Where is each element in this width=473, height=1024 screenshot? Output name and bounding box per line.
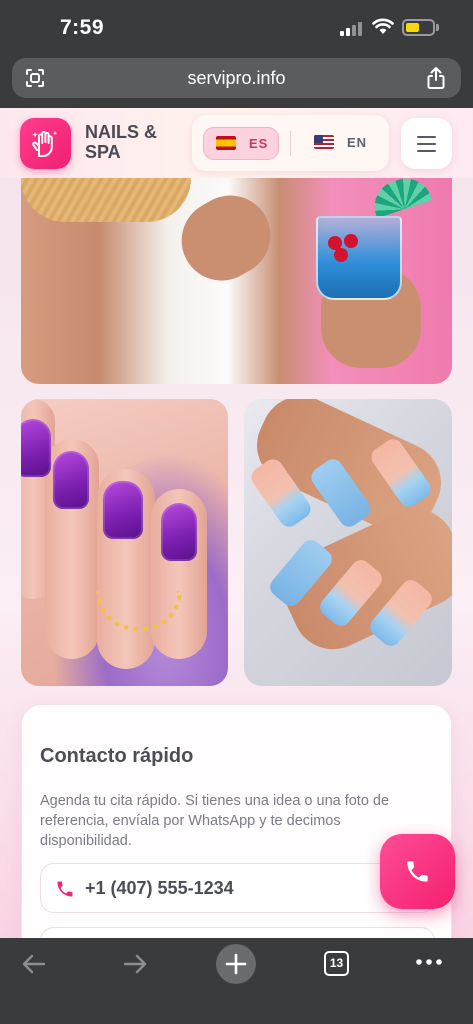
tabs-button[interactable]: 13 [324, 951, 349, 976]
battery-cap [436, 24, 439, 31]
url-text: servipro.info [187, 68, 286, 88]
browser-address-area: servipro.info [0, 56, 473, 108]
web-page: Contacto rápido Agenda tu cita rápido. S… [0, 108, 473, 938]
contact-title: Contacto rápido [40, 745, 194, 767]
browser-toolbar: 13 [0, 938, 473, 1024]
status-bar: 7:59 [0, 0, 473, 56]
contact-option-row[interactable] [40, 927, 435, 938]
cellular-signal-icon [340, 20, 364, 36]
lang-button-es[interactable]: ES [203, 127, 279, 160]
gallery-image-blue-nails [244, 399, 452, 686]
cocktail-umbrella [367, 178, 433, 219]
phone-icon [57, 881, 73, 897]
contact-description: Agenda tu cita rápido. Si tienes una ide… [40, 793, 390, 849]
lang-button-en[interactable]: EN [302, 127, 378, 160]
site-header: NAILS & SPA ES EN [0, 108, 473, 178]
address-bar[interactable]: servipro.info [12, 58, 461, 98]
battery-icon [402, 19, 435, 36]
gallery-image-purple-nails [21, 399, 228, 686]
lang-divider [290, 131, 291, 156]
site-logo[interactable] [20, 118, 71, 169]
hamburger-menu-icon [417, 136, 436, 138]
more-dots-icon[interactable] [415, 958, 443, 966]
us-flag-icon [314, 135, 334, 149]
floating-call-button[interactable] [380, 834, 455, 909]
sun-hat [21, 178, 191, 222]
phone-link[interactable]: +1 (407) 555-1234 [40, 863, 435, 913]
spain-flag-icon [216, 136, 236, 150]
hamburger-menu-button[interactable] [401, 118, 452, 169]
share-icon[interactable] [426, 66, 446, 90]
arrow-right-icon[interactable] [121, 950, 149, 978]
language-switcher: ES EN [192, 115, 389, 171]
status-time: 7:59 [60, 16, 105, 39]
plus-icon [225, 953, 247, 975]
cocktail-glass [316, 216, 402, 300]
arrow-left-icon[interactable] [20, 950, 48, 978]
hero-image-cocktail [21, 178, 452, 384]
brand-name: NAILS & SPA [85, 122, 157, 162]
phone-number: +1 (407) 555-1234 [85, 878, 234, 898]
new-tab-button[interactable] [216, 944, 256, 984]
wifi-icon [372, 18, 394, 34]
phone-icon [407, 861, 428, 882]
hand-sparkle-icon [32, 130, 58, 157]
